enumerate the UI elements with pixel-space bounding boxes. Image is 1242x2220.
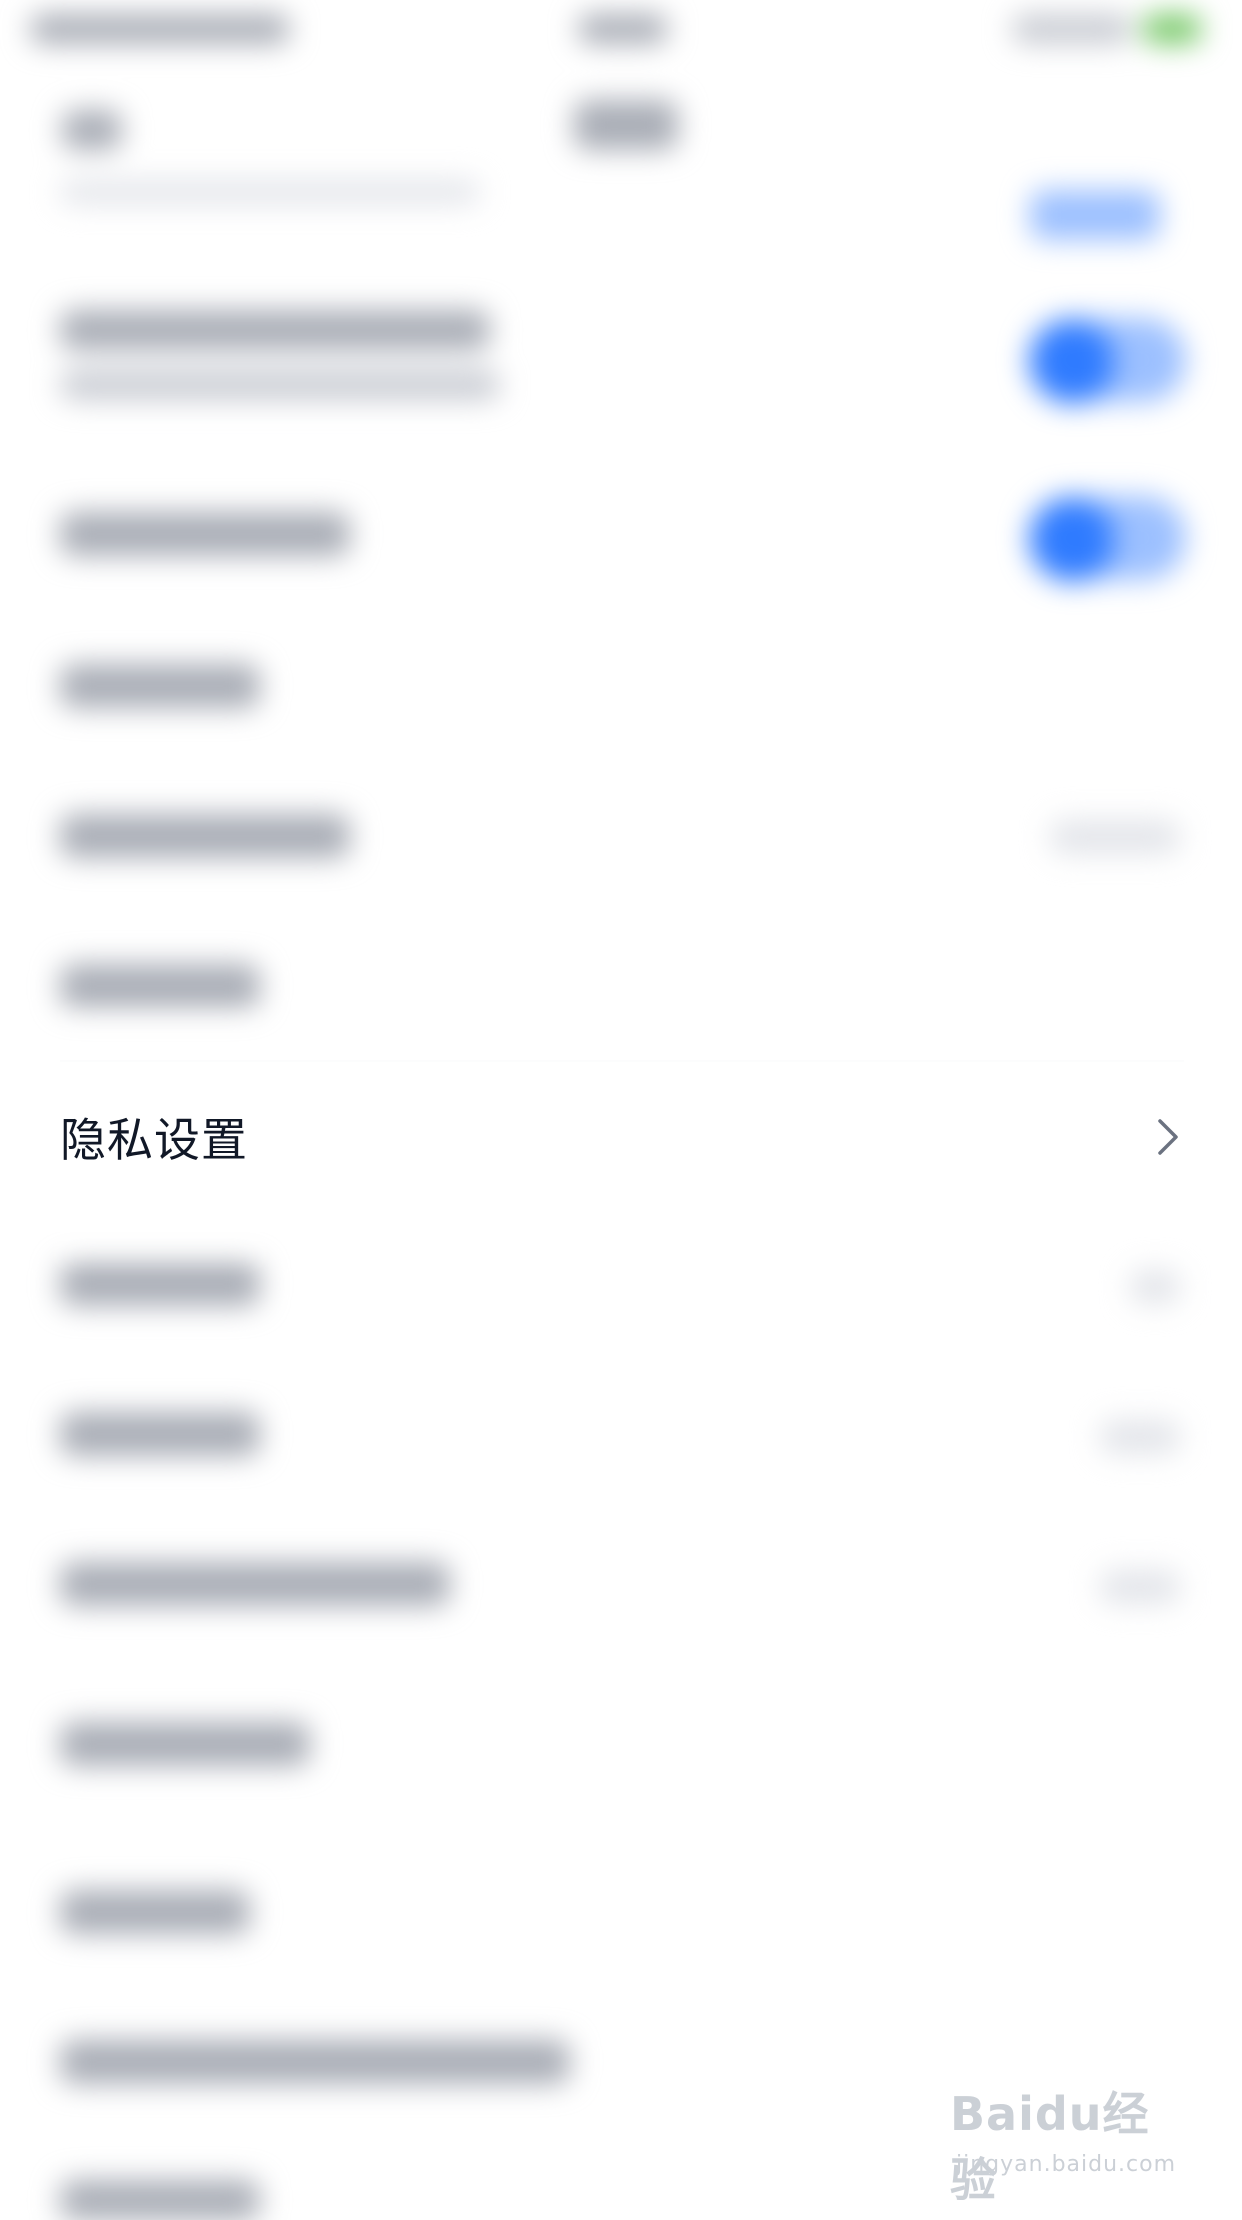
watermark-url: jingyan.baidu.com (956, 2152, 1177, 2177)
setting-row-1-title (60, 310, 490, 350)
privacy-settings-label: 隐私设置 (60, 1113, 248, 1167)
chevron-right-icon (1154, 1115, 1182, 1159)
setting-row-8-value (1100, 1420, 1180, 1454)
watermark-brand: Baidu经验 (950, 2087, 1150, 2207)
setting-row-4-title (60, 814, 350, 858)
status-bar-time (578, 14, 668, 44)
setting-row-9-title (60, 1562, 450, 1606)
setting-row-7-value (1130, 1270, 1180, 1304)
nav-title (574, 100, 678, 150)
setting-row-3-title (60, 664, 260, 708)
baidu-jingyan-watermark: Baidu经验 jingyan.baidu.com (950, 2070, 1190, 2207)
privacy-settings-row[interactable]: 隐私设置 (0, 1062, 1242, 1212)
settings-screen: 隐私设置 Baidu经验 jingyan.baidu.com (0, 0, 1242, 2220)
section-hint (60, 180, 480, 204)
status-bar-carrier (30, 14, 290, 44)
setting-row-11-title (60, 1890, 250, 1934)
setting-row-13-title (60, 2180, 260, 2220)
setting-row-5-title (60, 964, 260, 1008)
status-bar-indicators (1012, 14, 1132, 44)
toggle-knob-1 (1030, 320, 1114, 404)
setting-row-10-title (60, 1722, 310, 1766)
header-action-link[interactable] (1030, 190, 1160, 240)
setting-row-1-desc (60, 370, 500, 400)
back-button[interactable] (62, 110, 122, 150)
setting-row-2-title (60, 512, 350, 556)
setting-row-7-title (60, 1262, 260, 1306)
toggle-knob-2 (1030, 498, 1114, 582)
setting-row-8-title (60, 1412, 260, 1456)
setting-row-12-title (60, 2040, 570, 2084)
battery-icon (1142, 14, 1202, 44)
setting-row-4-value (1050, 820, 1180, 854)
setting-row-9-value (1100, 1570, 1180, 1604)
